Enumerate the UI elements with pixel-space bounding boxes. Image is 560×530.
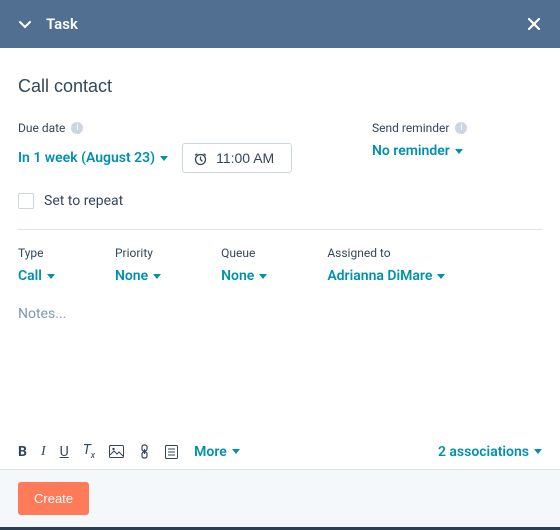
priority-label: Priority <box>115 246 161 260</box>
reminder-dropdown[interactable]: No reminder <box>372 143 542 159</box>
create-button[interactable]: Create <box>18 482 89 515</box>
caret-down-icon <box>259 274 267 279</box>
caret-down-icon <box>160 156 168 161</box>
assigned-label: Assigned to <box>327 246 445 260</box>
priority-dropdown[interactable]: None <box>115 268 161 284</box>
assigned-dropdown[interactable]: Adrianna DiMare <box>327 268 445 284</box>
panel-footer: Create <box>0 469 560 530</box>
caret-down-icon <box>232 449 240 454</box>
caret-down-icon <box>437 274 445 279</box>
queue-label: Queue <box>221 246 267 260</box>
time-field[interactable] <box>216 150 281 166</box>
editor-toolbar: B I U Tx More 2 associations <box>0 432 560 472</box>
queue-dropdown[interactable]: None <box>221 268 267 284</box>
caret-down-icon <box>534 449 542 454</box>
link-icon[interactable] <box>138 444 151 459</box>
task-title-input[interactable] <box>18 66 542 107</box>
caret-down-icon <box>47 274 55 279</box>
caret-down-icon <box>455 149 463 154</box>
more-dropdown[interactable]: More <box>194 444 240 460</box>
reminder-label: Send reminder i <box>372 121 542 135</box>
underline-icon[interactable]: U <box>60 444 69 460</box>
bold-icon[interactable]: B <box>18 444 27 460</box>
caret-down-icon <box>153 274 161 279</box>
clear-format-icon[interactable]: Tx <box>83 442 95 461</box>
close-icon[interactable] <box>526 16 542 32</box>
snippet-icon[interactable] <box>165 445 178 459</box>
info-icon: i <box>71 122 83 134</box>
image-icon[interactable] <box>109 445 124 458</box>
chevron-down-icon[interactable] <box>18 17 32 31</box>
italic-icon[interactable]: I <box>41 444 46 460</box>
type-label: Type <box>18 246 55 260</box>
due-date-label: Due date i <box>18 121 372 135</box>
repeat-label: Set to repeat <box>44 193 123 209</box>
repeat-checkbox[interactable] <box>18 193 34 209</box>
panel-title: Task <box>46 15 526 33</box>
due-time-input[interactable] <box>182 143 292 173</box>
notes-textarea[interactable] <box>18 306 542 406</box>
due-date-dropdown[interactable]: In 1 week (August 23) <box>18 150 168 166</box>
type-dropdown[interactable]: Call <box>18 268 55 284</box>
clock-icon <box>193 151 208 166</box>
info-icon: i <box>455 122 467 134</box>
panel-header: Task <box>0 0 560 48</box>
associations-dropdown[interactable]: 2 associations <box>438 444 542 460</box>
